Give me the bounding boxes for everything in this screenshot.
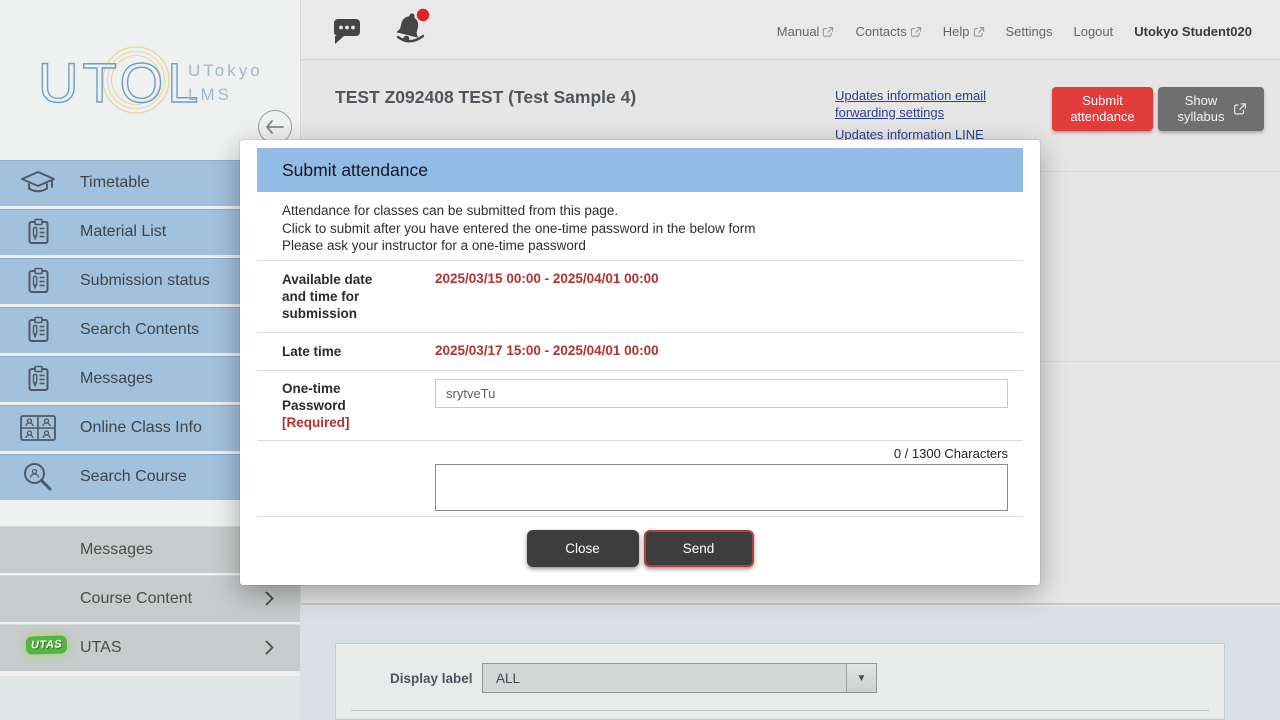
topbar: Manual Contacts Help Settings Logout U: [300, 0, 1280, 60]
topbar-link-logout[interactable]: Logout: [1073, 24, 1113, 39]
sidebar-collapse-button[interactable]: [258, 110, 292, 144]
clipboard-icon: [17, 217, 59, 247]
clipboard-icon: [17, 364, 59, 394]
external-link-icon: [822, 26, 834, 38]
submit-attendance-modal: Submit attendance Attendance for classes…: [240, 140, 1040, 585]
description-line: Please ask your instructor for a one-tim…: [282, 237, 755, 255]
back-arrow-icon: [265, 120, 285, 134]
sidebar-item-label: Search Contents: [80, 321, 199, 339]
panel-divider: [351, 710, 1209, 711]
topbar-link-contacts[interactable]: Contacts: [855, 24, 921, 39]
graduation-cap-icon: [17, 169, 59, 197]
logo-subtitle-1: UTokyo: [188, 61, 263, 80]
external-link-icon: [1233, 102, 1247, 116]
bell-icon[interactable]: [392, 8, 432, 50]
utol-logo: UTOL UTokyo LMS: [36, 40, 270, 118]
course-header-links: Updates information email forwarding set…: [835, 88, 995, 144]
external-link-icon: [910, 26, 922, 38]
notification-badge: [417, 9, 429, 21]
modal-row-divider: [257, 332, 1023, 333]
logo-text: UTOL: [38, 51, 202, 114]
sidebar-item-label: Course Content: [80, 590, 192, 608]
show-syllabus-button[interactable]: Show syllabus: [1158, 87, 1264, 131]
topbar-link-settings[interactable]: Settings: [1006, 24, 1053, 39]
close-button[interactable]: Close: [527, 530, 639, 567]
modal-title: Submit attendance: [282, 160, 428, 181]
clipboard-icon: [17, 266, 59, 296]
one-time-password-input[interactable]: [435, 379, 1008, 408]
external-link-icon: [973, 26, 985, 38]
email-forwarding-settings-link[interactable]: Updates information email forwarding set…: [835, 88, 995, 121]
required-tag: [Required]: [282, 414, 382, 431]
chat-bubble-icon[interactable]: [330, 15, 361, 45]
clipboard-icon: [17, 315, 59, 345]
sidebar-item-label: Online Class Info: [80, 419, 202, 437]
user-name: Utokyo Student020: [1134, 24, 1252, 39]
sidebar-item-label: Submission status: [80, 272, 210, 290]
available-date-value: 2025/03/15 00:00 - 2025/04/01 00:00: [435, 271, 659, 286]
sidebar-item-label: UTAS: [80, 639, 121, 657]
topbar-link-label: Manual: [777, 24, 820, 39]
late-time-label: Late time: [282, 343, 412, 360]
course-title: TEST Z092408 TEST (Test Sample 4): [335, 87, 636, 108]
sidebar-item-label: Messages: [80, 370, 153, 388]
one-time-password-label: One-time Password [Required]: [282, 380, 382, 431]
sidebar-footer-area: [0, 676, 300, 720]
topbar-link-help[interactable]: Help: [943, 24, 985, 39]
show-syllabus-label: Show syllabus: [1175, 93, 1227, 125]
logo-subtitle-2: LMS: [188, 85, 232, 104]
display-label-select[interactable]: ALL ▼: [482, 663, 877, 693]
modal-header: Submit attendance: [257, 148, 1023, 192]
utas-logo-icon: UTAS: [26, 635, 68, 654]
utol-logo-graphic: UTOL UTokyo LMS: [36, 40, 270, 118]
modal-row-divider: [257, 260, 1023, 261]
select-value: ALL: [496, 671, 846, 686]
description-line: Click to submit after you have entered t…: [282, 220, 755, 238]
page-lower-area: Display label ALL ▼: [300, 607, 1280, 720]
video-grid-icon: [17, 413, 59, 443]
comment-textarea[interactable]: [435, 464, 1008, 511]
sidebar-item-label: Search Course: [80, 468, 187, 486]
sidebar-item-label: Material List: [80, 223, 166, 241]
available-date-label: Available date and time for submission: [282, 271, 394, 322]
display-label-text: Display label: [390, 671, 473, 686]
utol-lms-screen: UTOL UTokyo LMS Timetable Material Li: [0, 0, 1280, 720]
submit-attendance-button[interactable]: Submit attendance: [1052, 87, 1153, 131]
display-label-panel: Display label ALL ▼: [335, 643, 1225, 720]
modal-description: Attendance for classes can be submitted …: [282, 202, 755, 255]
magnifier-icon: [17, 460, 59, 494]
topbar-links: Manual Contacts Help Settings Logout U: [777, 24, 1252, 39]
modal-row-divider: [257, 440, 1023, 441]
character-counter: 0 / 1300 Characters: [435, 446, 1008, 461]
late-time-value: 2025/03/17 15:00 - 2025/04/01 00:00: [435, 343, 659, 358]
dropdown-arrow-icon: ▼: [846, 664, 876, 692]
send-button[interactable]: Send: [644, 530, 754, 567]
sidebar-item-utas[interactable]: UTAS UTAS: [0, 624, 300, 671]
topbar-link-label: Help: [943, 24, 970, 39]
sidebar-item-label: Timetable: [80, 174, 150, 192]
modal-footer-divider: [257, 516, 1023, 517]
description-line: Attendance for classes can be submitted …: [282, 202, 755, 220]
chevron-right-icon: [264, 639, 275, 656]
topbar-link-label: Settings: [1006, 24, 1053, 39]
modal-footer: Close Send: [240, 530, 1040, 567]
sidebar-item-label: Messages: [80, 541, 153, 559]
one-time-password-label-text: One-time Password: [282, 380, 382, 414]
topbar-link-label: Logout: [1073, 24, 1113, 39]
modal-row-divider: [257, 370, 1023, 371]
topbar-link-label: Contacts: [855, 24, 906, 39]
topbar-link-manual[interactable]: Manual: [777, 24, 835, 39]
chevron-right-icon: [264, 590, 275, 607]
